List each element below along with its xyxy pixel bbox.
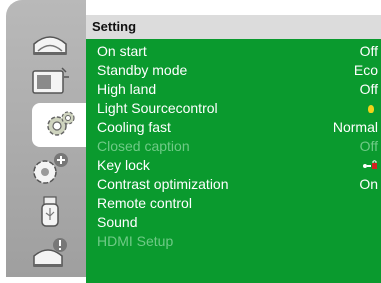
menu-item-high-land[interactable]: High land Off	[86, 80, 381, 99]
menu-item-closed-caption: Closed caption Off	[86, 137, 381, 156]
menu-item-value: Eco	[353, 62, 378, 78]
bulb-icon	[368, 99, 378, 118]
menu-item-value: Off	[359, 138, 378, 154]
projector-osd-menu: Setting On start Off Standby mode Eco Hi…	[0, 0, 381, 283]
menu-item-label: Contrast optimization	[97, 176, 229, 192]
menu-item-label: Standby mode	[97, 62, 188, 78]
usb-icon[interactable]	[28, 190, 72, 234]
menu-item-label: Key lock	[97, 157, 150, 173]
menu-item-standby-mode[interactable]: Standby mode Eco	[86, 61, 381, 80]
menu-item-label: Light Sourcecontrol	[97, 100, 218, 116]
menu-item-label: Sound	[97, 214, 138, 230]
menu-item-light-source-control[interactable]: Light Sourcecontrol	[86, 99, 381, 118]
menu-item-remote-control[interactable]: Remote control	[86, 194, 381, 213]
menu-item-label: Cooling fast	[97, 119, 171, 135]
menu-item-on-start[interactable]: On start Off	[86, 42, 381, 61]
menu-title: Setting	[86, 15, 381, 39]
menu-icon-column	[6, 0, 88, 277]
menu-item-value: Off	[359, 81, 378, 97]
menu-item-label: HDMI Setup	[97, 233, 174, 249]
menu-item-value: Normal	[332, 119, 378, 135]
menu-item-value: On	[359, 176, 378, 192]
menu-item-label: Remote control	[97, 195, 192, 211]
menu-item-label: On start	[97, 43, 147, 59]
screen-icon[interactable]	[28, 59, 72, 103]
menu-item-label: High land	[97, 81, 157, 97]
menu-item-value: Off	[359, 43, 378, 59]
info-icon[interactable]	[28, 231, 72, 275]
menu-item-cooling-fast[interactable]: Cooling fast Normal	[86, 118, 381, 137]
menu-item-hdmi-setup: HDMI Setup	[86, 232, 381, 251]
menu-item-sound[interactable]: Sound	[86, 213, 381, 232]
menu-item-contrast-optimization[interactable]: Contrast optimization On	[86, 175, 381, 194]
key-lock-icon	[362, 156, 378, 175]
setting-menu-panel: Setting On start Off Standby mode Eco Hi…	[86, 15, 381, 283]
expand-gear-icon[interactable]	[28, 147, 72, 191]
setting-gear-icon[interactable]	[32, 103, 88, 147]
menu-item-label: Closed caption	[97, 138, 190, 154]
menu-item-key-lock[interactable]: Key lock	[86, 156, 381, 175]
